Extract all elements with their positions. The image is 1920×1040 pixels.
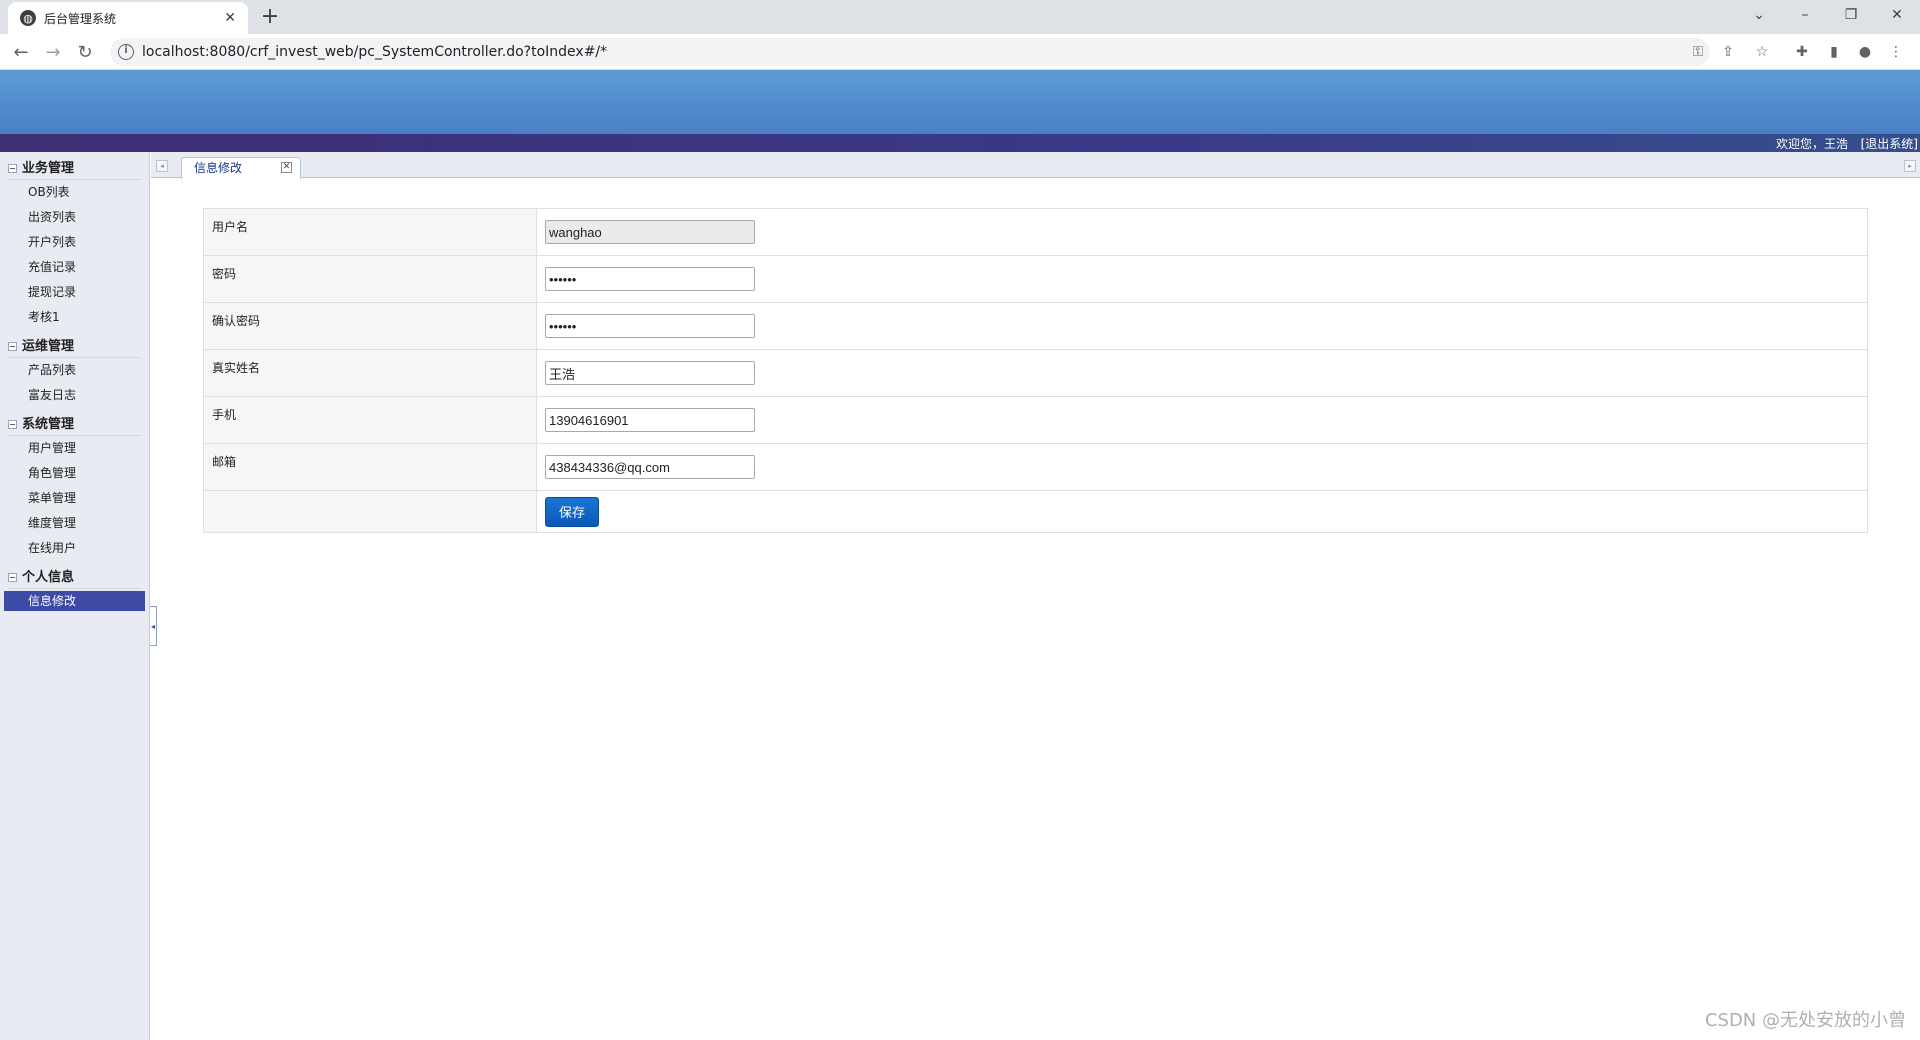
form-row-realname: 真实姓名	[203, 349, 1868, 397]
email-field[interactable]	[545, 455, 755, 479]
sidebar-group-operations[interactable]: − 运维管理	[8, 336, 141, 358]
sidebar-group-personal[interactable]: − 个人信息	[8, 567, 141, 589]
welcome-text: 欢迎您，王浩	[1775, 137, 1848, 151]
sidebar-item-role-management[interactable]: 角色管理	[0, 461, 149, 486]
browser-menu-icon[interactable]: ⋮	[1884, 40, 1908, 64]
sidebar-group-label: 业务管理	[22, 161, 75, 176]
sidebar-item-fuyou-log[interactable]: 富友日志	[0, 383, 149, 408]
sidebar-item-account-list[interactable]: 开户列表	[0, 230, 149, 255]
browser-toolbar: ← → ↻ i localhost:8080/crf_invest_web/pc…	[0, 34, 1920, 70]
realname-label: 真实姓名	[203, 349, 537, 397]
bookmark-star-icon[interactable]: ☆	[1750, 40, 1774, 64]
sidebar-item-ob-list[interactable]: OB列表	[0, 180, 149, 205]
form-row-username: 用户名	[203, 208, 1868, 256]
confirm-password-field[interactable]	[545, 314, 755, 338]
sidebar-group-label: 系统管理	[22, 417, 75, 432]
tab-search-icon[interactable]: ⌄	[1736, 0, 1782, 30]
phone-label: 手机	[203, 396, 537, 444]
username-field[interactable]	[545, 220, 755, 244]
sidebar-item-dimension-management[interactable]: 维度管理	[0, 511, 149, 536]
content-tabstrip: ◂ 信息修改 ✕ ▸	[151, 152, 1920, 179]
address-bar[interactable]: i localhost:8080/crf_invest_web/pc_Syste…	[110, 38, 1710, 66]
close-tab-icon[interactable]: ✕	[224, 10, 236, 26]
profile-avatar-icon[interactable]: ●	[1853, 40, 1877, 64]
sidebar-item-assessment[interactable]: 考核1	[0, 305, 149, 330]
sidebar-item-recharge-records[interactable]: 充值记录	[0, 255, 149, 280]
profile-form: 用户名 密码 确认密码 真实姓名 手机 邮箱 保存	[203, 208, 1868, 533]
browser-tab-title: 后台管理系统	[44, 11, 117, 26]
sidebar-item-menu-management[interactable]: 菜单管理	[0, 486, 149, 511]
realname-field[interactable]	[545, 361, 755, 385]
sidebar-item-withdraw-records[interactable]: 提现记录	[0, 280, 149, 305]
password-label: 密码	[203, 255, 537, 303]
logout-link[interactable]: [退出系统]	[1861, 135, 1918, 152]
collapse-icon[interactable]: −	[8, 342, 17, 351]
form-row-email: 邮箱	[203, 443, 1868, 491]
browser-tabstrip: ◍ 后台管理系统 ✕ + ⌄ – ❐ ✕	[0, 0, 1920, 34]
sidebar-item-online-users[interactable]: 在线用户	[0, 536, 149, 561]
minimize-button[interactable]: –	[1782, 0, 1828, 30]
forward-icon[interactable]: →	[41, 40, 65, 64]
globe-icon: ◍	[20, 10, 36, 26]
extensions-icon[interactable]: ✚	[1790, 40, 1814, 64]
sidebar: − 业务管理 OB列表 出资列表 开户列表 充值记录 提现记录 考核1 − 运维…	[0, 152, 150, 1040]
tab-scroll-right-icon[interactable]: ▸	[1904, 160, 1916, 172]
collapse-icon[interactable]: −	[8, 164, 17, 173]
sidebar-item-user-management[interactable]: 用户管理	[0, 436, 149, 461]
form-row-password: 密码	[203, 255, 1868, 303]
collapse-icon[interactable]: −	[8, 573, 17, 582]
close-window-button[interactable]: ✕	[1874, 0, 1920, 30]
key-icon[interactable]: ⚿	[1686, 40, 1710, 64]
form-row-phone: 手机	[203, 396, 1868, 444]
tab-scroll-left-icon[interactable]: ◂	[156, 160, 168, 172]
site-info-icon[interactable]: i	[118, 44, 134, 60]
watermark: CSDN @无处安放的小曾	[1704, 1010, 1906, 1031]
close-icon[interactable]: ✕	[281, 162, 292, 173]
sidebar-item-product-list[interactable]: 产品列表	[0, 358, 149, 383]
sidebar-item-investment-list[interactable]: 出资列表	[0, 205, 149, 230]
address-url[interactable]: localhost:8080/crf_invest_web/pc_SystemC…	[142, 44, 607, 60]
new-tab-button[interactable]: +	[258, 6, 282, 30]
form-row-confirm-password: 确认密码	[203, 302, 1868, 350]
sidebar-group-system[interactable]: − 系统管理	[8, 414, 141, 436]
tab-label: 信息修改	[194, 161, 243, 175]
username-label: 用户名	[203, 208, 537, 256]
sidebar-collapse-handle[interactable]: ◂	[150, 606, 157, 646]
tab-edit-info[interactable]: 信息修改 ✕	[181, 157, 301, 179]
browser-tab[interactable]: ◍ 后台管理系统 ✕	[8, 2, 248, 34]
sidebar-item-edit-info[interactable]: 信息修改	[4, 591, 145, 611]
sidebar-group-label: 个人信息	[22, 570, 75, 585]
side-panel-icon[interactable]: ▮	[1822, 40, 1846, 64]
app-status-bar: 欢迎您，王浩 [退出系统]	[0, 134, 1920, 152]
confirm-password-label: 确认密码	[203, 302, 537, 350]
share-icon[interactable]: ⇪	[1716, 40, 1740, 64]
app-banner	[0, 70, 1920, 134]
restore-button[interactable]: ❐	[1828, 0, 1874, 30]
save-button[interactable]: 保存	[545, 496, 599, 527]
form-row-actions: 保存	[203, 490, 1868, 533]
password-field[interactable]	[545, 267, 755, 291]
collapse-icon[interactable]: −	[8, 420, 17, 429]
sidebar-group-business[interactable]: − 业务管理	[8, 158, 141, 180]
email-label: 邮箱	[203, 443, 537, 491]
phone-field[interactable]	[545, 408, 755, 432]
sidebar-group-label: 运维管理	[22, 339, 75, 354]
back-icon[interactable]: ←	[9, 40, 33, 64]
reload-icon[interactable]: ↻	[73, 40, 97, 64]
